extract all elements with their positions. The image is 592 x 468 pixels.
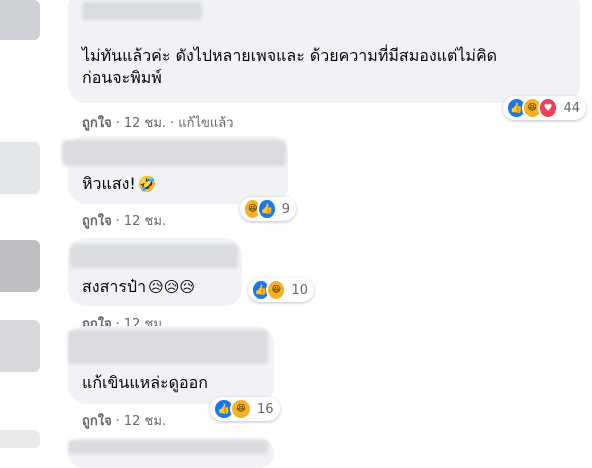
avatar[interactable]: [0, 430, 40, 448]
avatar[interactable]: [0, 320, 40, 372]
like-button[interactable]: ถูกใจ: [82, 414, 112, 429]
reaction-count: 16: [257, 401, 274, 417]
edited-label[interactable]: แก้ไขแล้ว: [178, 116, 233, 131]
timestamp[interactable]: 12 ชม.: [124, 214, 166, 229]
reaction-count: 44: [563, 100, 580, 116]
like-button[interactable]: ถูกใจ: [82, 116, 112, 131]
comment-text: ไม่ทันแล้วค่ะ ดังไปหลายเพจและ ด้วยความที…: [82, 46, 498, 65]
comment-bubble: สงสารป๋า 😥😥😥: [68, 238, 242, 306]
love-icon: ♥: [537, 97, 559, 119]
comment-actions: ถูกใจ · 12 ชม.: [82, 214, 167, 229]
sad-emoji: 😥😥😥: [148, 278, 195, 296]
avatar[interactable]: [0, 142, 40, 194]
commenter-name[interactable]: [68, 440, 268, 454]
reaction-summary[interactable]: 😆 👍 9: [240, 197, 296, 221]
comment-actions: ถูกใจ · 12 ชม. · แก้ไขแล้ว: [82, 116, 234, 131]
reaction-summary[interactable]: 👍 😆 ♥ 44: [503, 96, 586, 120]
comment-text: ก่อนจะพิมพ์: [82, 68, 162, 87]
commenter-name[interactable]: [82, 2, 202, 20]
commenter-name[interactable]: [62, 140, 286, 166]
reaction-count: 9: [281, 201, 290, 217]
timestamp[interactable]: 12 ชม.: [124, 116, 166, 131]
comment-text: หิวแสง! 🤣: [82, 174, 157, 193]
timestamp[interactable]: 12 ชม.: [124, 414, 166, 429]
avatar[interactable]: [0, 0, 40, 40]
comment-actions: ถูกใจ · 12 ชม.: [82, 414, 167, 429]
comment-bubble: แก้เขินแหล่ะดูออก: [68, 326, 274, 404]
reaction-summary[interactable]: 👍 😆 10: [248, 278, 314, 302]
commenter-name[interactable]: [70, 244, 238, 268]
haha-icon: 😆: [266, 279, 287, 301]
like-button[interactable]: ถูกใจ: [82, 214, 112, 229]
comment-text: แก้เขินแหล่ะดูออก: [82, 373, 208, 392]
comment-actions: ถูกใจ · 12 ชม.: [82, 313, 166, 327]
comment-bubble: ไม่ทันแล้วค่ะ ดังไปหลายเพจและ ด้วยความที…: [68, 0, 580, 103]
reaction-summary[interactable]: 👍 😆 16: [210, 397, 280, 421]
avatar[interactable]: [0, 240, 40, 292]
commenter-name[interactable]: [68, 330, 268, 364]
comment-text: สงสารป๋า 😥😥😥: [82, 277, 195, 296]
rofl-emoji: 🤣: [137, 175, 157, 193]
like-icon: 👍: [257, 198, 277, 220]
haha-icon: 😆: [230, 398, 252, 420]
reaction-count: 10: [291, 282, 308, 298]
comment-bubble: หิวแสง! 🤣: [62, 136, 288, 204]
comment-bubble: [68, 438, 274, 468]
